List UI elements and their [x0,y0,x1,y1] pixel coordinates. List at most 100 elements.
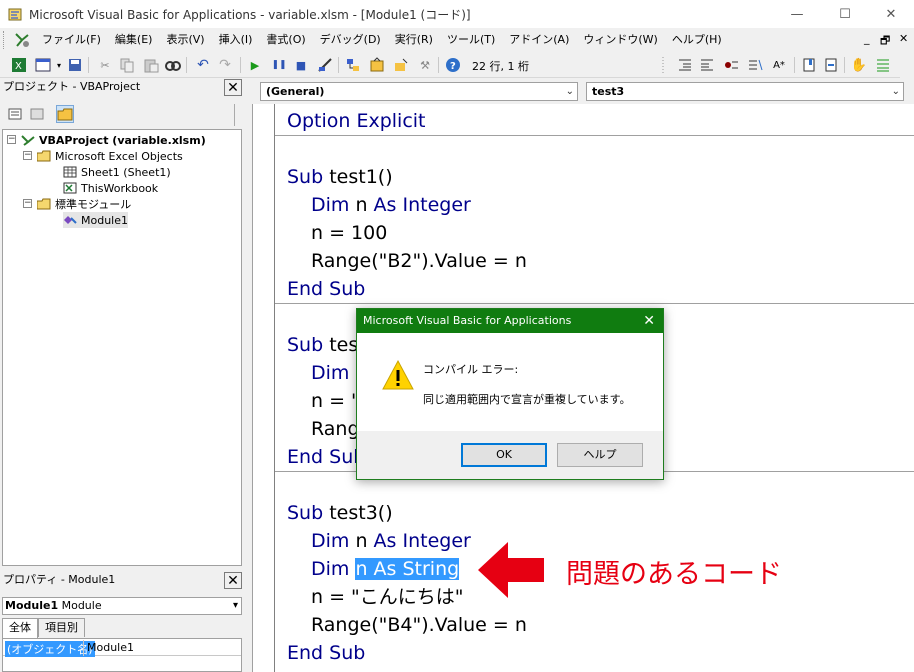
code-line[interactable]: Dim n As Integer [311,191,471,219]
chevron-down-icon[interactable]: ▾ [233,598,238,614]
help-button[interactable]: ヘルプ [557,443,643,467]
tab-alphabetic[interactable]: 全体 [2,618,38,638]
tree-item-excel-objects[interactable]: Microsoft Excel Objects [36,148,183,164]
undo-icon[interactable]: ↶ [194,56,212,74]
code-line[interactable]: Sub test1() [287,163,393,191]
reset-icon[interactable]: ■ [292,56,310,74]
indent-icon[interactable] [676,56,694,74]
menu-help[interactable]: ヘルプ(H) [665,29,729,51]
view-excel-icon[interactable]: X [10,56,28,74]
excel-icon[interactable] [13,31,31,49]
expander-standard-modules[interactable]: − [23,199,32,208]
menu-addins[interactable]: アドイン(A) [502,29,576,51]
ok-button[interactable]: OK [461,443,547,467]
project-panel-title: プロジェクト - VBAProject [3,80,141,93]
redo-icon[interactable]: ↷ [216,56,234,74]
selected-code[interactable]: n As String [355,558,460,580]
hand-icon[interactable]: ✋ [850,56,868,74]
menu-tools[interactable]: ツール(T) [440,29,502,51]
property-value[interactable]: Module1 [87,641,134,654]
menubar-grip[interactable] [3,31,9,49]
code-margin[interactable] [253,104,275,672]
toggle-breakpoint-icon[interactable] [722,56,740,74]
properties-tabs: 全体 項目別 [2,618,85,638]
menu-view[interactable]: 表示(V) [159,29,211,51]
find-icon[interactable] [164,56,182,74]
properties-icon[interactable] [368,56,386,74]
tree-item-standard-modules[interactable]: 標準モジュール [36,196,131,212]
menu-file[interactable]: ファイル(F) [35,29,108,51]
list-icon[interactable] [874,56,892,74]
menu-run[interactable]: 実行(R) [388,29,440,51]
minimize-button[interactable]: — [774,0,820,28]
help-icon[interactable]: ? [444,56,462,74]
object-combo[interactable]: (General) ⌄ [260,82,578,101]
warning-icon [382,359,414,390]
dialog-title: Microsoft Visual Basic for Applications [363,314,572,327]
outdent-icon[interactable] [698,56,716,74]
toolbox-icon[interactable]: ⚒ [416,56,434,74]
view-object-icon[interactable] [28,105,46,123]
view-code-icon[interactable] [6,105,24,123]
menu-window[interactable]: ウィンドウ(W) [576,29,664,51]
project-explorer-icon[interactable] [344,56,362,74]
code-line[interactable]: n = " [311,387,360,415]
tree-item-sheet1[interactable]: Sheet1 (Sheet1) [63,164,171,180]
workbook-icon [63,182,77,194]
procedure-combo[interactable]: test3 ⌄ [586,82,904,101]
toggle-folders-icon[interactable] [56,105,74,123]
menu-bar: ファイル(F) 編集(E) 表示(V) 挿入(I) 書式(O) デバッグ(D) … [0,28,914,52]
code-line[interactable]: End Sub [287,443,365,471]
chevron-down-icon[interactable]: ⌄ [566,83,574,100]
dialog-close-button[interactable]: ✕ [643,309,655,333]
expander-vbaproject[interactable]: − [7,135,16,144]
folder-open-icon [36,150,51,162]
panel-scroll-handle[interactable] [234,104,243,126]
mdi-close-button[interactable]: ✕ [899,32,908,45]
run-icon[interactable]: ▶ [246,56,264,74]
code-line[interactable]: Range("B4").Value = n [311,611,527,639]
comment-block-icon[interactable] [746,56,764,74]
toolbar-grip[interactable] [654,56,672,74]
tab-categorized[interactable]: 項目別 [38,618,85,637]
code-line[interactable]: Range("B2").Value = n [311,247,527,275]
next-bookmark-icon[interactable] [822,56,840,74]
design-mode-icon[interactable] [316,56,334,74]
object-browser-icon[interactable] [392,56,410,74]
properties-object-select[interactable]: Module1 Module ▾ [2,597,242,615]
property-name: (オブジェクト名) [5,641,95,657]
code-line[interactable]: Sub tes [287,331,358,359]
break-icon[interactable]: ❚❚ [270,56,288,74]
code-line[interactable]: n = 100 [311,219,387,247]
maximize-button[interactable]: ☐ [822,0,868,28]
code-line[interactable]: End Sub [287,275,365,303]
code-line[interactable]: Option Explicit [287,107,426,135]
tree-item-module1[interactable]: Module1 [63,212,128,228]
code-line[interactable]: Sub test3() [287,499,393,527]
properties-panel-close-button[interactable]: ✕ [224,572,242,589]
properties-row[interactable]: (オブジェクト名) Module1 [3,640,241,657]
menu-format[interactable]: 書式(O) [259,29,312,51]
code-line[interactable]: End Sub [287,639,365,667]
close-window-button[interactable]: ✕ [868,0,914,28]
cut-icon[interactable]: ✂ [96,56,114,74]
menu-insert[interactable]: 挿入(I) [212,29,260,51]
code-line[interactable]: Rang [311,415,360,443]
chevron-down-icon[interactable]: ⌄ [892,83,900,100]
bookmark-icon[interactable] [800,56,818,74]
tree-item-vbaproject[interactable]: VBAProject (variable.xlsm) [21,132,206,148]
code-line[interactable]: n = "こんにちは" [311,583,464,611]
copy-icon[interactable] [118,56,136,74]
code-line[interactable]: Dim n As Integer [311,527,471,555]
save-icon[interactable] [66,56,84,74]
expander-excel-objects[interactable]: − [23,151,32,160]
code-line-error[interactable]: Dim n As String [311,555,460,583]
menu-debug[interactable]: デバッグ(D) [313,29,388,51]
complete-word-icon[interactable]: A* [770,56,788,74]
mdi-minimize-button[interactable]: _ [864,32,870,45]
paste-icon[interactable] [142,56,160,74]
menu-edit[interactable]: 編集(E) [108,29,160,51]
mdi-restore-button[interactable]: 🗗 [880,32,890,51]
tree-item-thisworkbook[interactable]: ThisWorkbook [63,180,158,196]
project-panel-close-button[interactable]: ✕ [224,79,242,96]
